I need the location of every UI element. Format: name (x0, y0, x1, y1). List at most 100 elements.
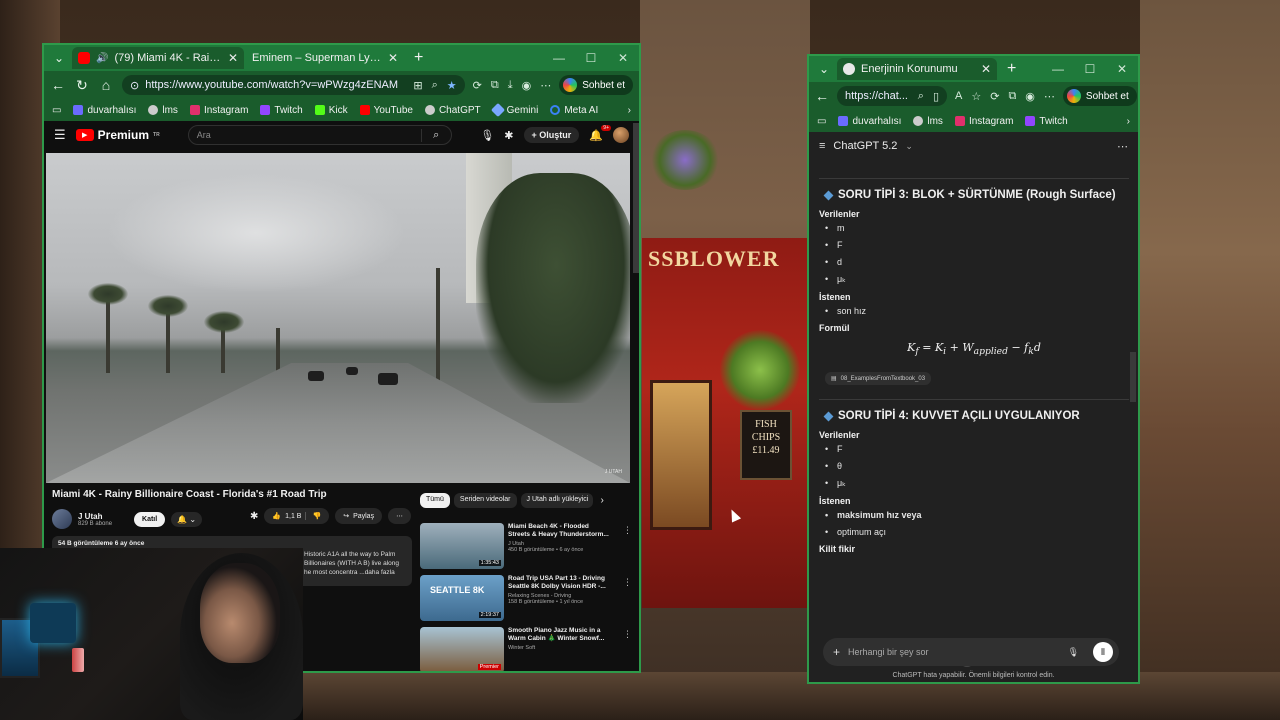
copilot-chat-button[interactable]: Sohbet et (559, 75, 633, 95)
recommendation-thumbnail[interactable]: 1:35:43 (420, 523, 504, 569)
avatar[interactable] (613, 127, 629, 143)
conversation-options-icon[interactable]: ⋯ (1117, 140, 1128, 153)
channel-avatar[interactable] (52, 509, 72, 529)
bookmark-item[interactable]: duvarhalısı (73, 105, 136, 116)
close-window-icon[interactable]: ✕ (607, 51, 639, 65)
search-icon[interactable]: ⌕ (420, 128, 451, 142)
page-scrollbar[interactable] (633, 123, 639, 273)
chip-next-icon[interactable]: › (597, 493, 608, 508)
close-window-icon[interactable]: ✕ (1106, 62, 1138, 76)
favorite-star-icon[interactable]: ★ (447, 79, 457, 92)
close-tab-icon[interactable]: ✕ (228, 51, 238, 65)
chevron-down-icon[interactable]: ⌄ (905, 141, 913, 152)
chip-uploader[interactable]: J Utah adlı yükleyici (520, 493, 593, 508)
chat-scrollbar[interactable] (1130, 352, 1136, 402)
bookmark-item[interactable]: Instagram (954, 116, 1013, 127)
bookmark-item[interactable]: duvarhalısı (838, 116, 901, 127)
search-input[interactable]: Ara ⌕ (187, 125, 452, 145)
bookmark-item[interactable]: ChatGPT (424, 105, 481, 116)
bookmarks-more-chevron-icon[interactable]: › (628, 105, 631, 116)
join-button[interactable]: Katıl (134, 511, 166, 527)
maximize-icon[interactable]: ☐ (1074, 62, 1106, 76)
url-field[interactable]: ⊙ https://www.youtube.com/watch?v=wPWzg4… (122, 75, 465, 95)
menu-icon[interactable]: ☰ (54, 127, 66, 143)
notifications-bell-icon[interactable]: 🔔 9+ (589, 124, 611, 142)
bookmark-folder-icon[interactable]: ▭ (817, 116, 826, 127)
share-button[interactable]: ↪ Paylaş (335, 508, 383, 524)
model-selector[interactable]: ChatGPT 5.2 (833, 140, 897, 152)
zoom-icon[interactable]: ⌕ (918, 90, 924, 103)
favorite-star-icon[interactable]: ☆ (971, 90, 981, 103)
tab-chatgpt[interactable]: Enerjinin Korunumu ✕ (837, 58, 997, 80)
bookmarks-more-chevron-icon[interactable]: › (1127, 116, 1130, 127)
bookmark-item[interactable]: Instagram (189, 105, 248, 116)
recommendation-thumbnail[interactable]: Premier (420, 627, 504, 671)
more-actions-icon[interactable]: ⋯ (388, 508, 412, 524)
bookmark-item[interactable]: lms (913, 116, 943, 127)
close-tab-icon[interactable]: ✕ (981, 62, 991, 76)
bookmark-item[interactable]: Gemini (490, 102, 538, 118)
maximize-icon[interactable]: ☐ (575, 51, 607, 65)
bookmark-folder-icon[interactable]: ▭ (52, 105, 61, 116)
prompt-input[interactable]: + Herhangi bir şey sor 🎙 ⦀ (823, 638, 1119, 666)
zoom-icon[interactable]: ⌕ (432, 79, 438, 92)
microphone-icon[interactable]: 🎙 (480, 129, 494, 142)
recommendation-thumbnail[interactable]: SEATTLE 8K 2:19:37 (420, 575, 504, 621)
ai-summary-icon[interactable]: ✱ (250, 511, 258, 522)
sidebar-toggle-icon[interactable]: ≡ (819, 140, 825, 152)
extensions-icon[interactable]: ⧉ (1008, 90, 1016, 103)
url-field[interactable]: https://chat... ⌕ ▯ (837, 86, 947, 106)
minimize-icon[interactable]: — (1042, 62, 1074, 76)
thumbs-down-icon[interactable]: 👎 (305, 512, 321, 520)
back-icon[interactable]: ← (815, 88, 829, 104)
bookmark-item[interactable]: Twitch (1025, 116, 1068, 127)
tab-actions-chevron-icon[interactable]: ⌄ (48, 48, 70, 68)
bookmark-item[interactable]: lms (148, 105, 178, 116)
ai-sparkle-icon[interactable]: ✱ (504, 129, 513, 142)
minimize-icon[interactable]: — (543, 51, 575, 65)
source-citation[interactable]: ▤ 08_ExamplesFromTextbook_03 (825, 372, 932, 386)
more-options-icon[interactable]: ⋯ (1044, 90, 1055, 103)
subscription-bell-button[interactable]: 🔔 ⌄ (171, 511, 203, 527)
copilot-chat-button[interactable]: Sohbet et (1062, 86, 1137, 106)
reload-icon[interactable]: ↻ (74, 77, 90, 94)
read-aloud-icon[interactable]: A (955, 90, 962, 103)
new-tab-button[interactable]: + (999, 60, 1024, 78)
recommendation-menu-icon[interactable]: ⋮ (623, 629, 632, 640)
create-button[interactable]: + Oluştur (523, 127, 580, 143)
site-info-icon[interactable]: ⊙ (130, 79, 139, 92)
voice-mode-icon[interactable]: ⦀ (1093, 642, 1113, 662)
like-button[interactable]: 👍 1,1 B 👎 (264, 508, 330, 524)
back-icon[interactable]: ← (50, 77, 66, 93)
recommendation-menu-icon[interactable]: ⋮ (623, 577, 632, 588)
chip-series[interactable]: Seriden videolar (453, 493, 517, 508)
recommendation-item[interactable]: Premier Smooth Piano Jazz Music in a War… (420, 627, 632, 671)
bookmark-item[interactable]: Meta AI (550, 105, 598, 116)
bookmark-item[interactable]: Kick (314, 105, 348, 116)
app-available-icon[interactable]: ⊞ (413, 79, 422, 92)
tab-actions-chevron-icon[interactable]: ⌄ (813, 59, 835, 79)
refresh-extension-icon[interactable]: ⟳ (473, 79, 482, 92)
video-player[interactable]: J UTAH (46, 153, 630, 483)
attach-plus-icon[interactable]: + (833, 645, 840, 659)
tab-youtube[interactable]: 🔊 (79) Miami 4K - Rainy Billionaire ✕ (72, 47, 244, 69)
bookmark-item[interactable]: Twitch (260, 105, 303, 116)
extensions-icon[interactable]: ⧉ (491, 79, 499, 92)
new-tab-button[interactable]: + (406, 49, 431, 67)
microphone-icon[interactable]: 🎙 (1068, 647, 1079, 658)
recommendation-item[interactable]: 1:35:43 Miami Beach 4K - Flooded Streets… (420, 523, 632, 569)
profile-icon[interactable]: ◉ (1025, 90, 1035, 103)
recommendation-item[interactable]: SEATTLE 8K 2:19:37 Road Trip USA Part 13… (420, 575, 632, 621)
bookmark-item[interactable]: YouTube (359, 105, 413, 116)
recommendation-menu-icon[interactable]: ⋮ (623, 525, 632, 536)
channel-name[interactable]: J Utah (78, 512, 112, 521)
youtube-logo[interactable]: ▶ Premium TR (75, 128, 160, 142)
close-tab-icon[interactable]: ✕ (388, 51, 398, 65)
refresh-extension-icon[interactable]: ⟳ (990, 90, 999, 103)
home-icon[interactable]: ⌂ (98, 77, 114, 93)
tab-genius[interactable]: Eminem – Superman Lyrics | Genius ✕ (246, 47, 404, 69)
download-icon[interactable]: ⤓ (508, 79, 513, 92)
more-options-icon[interactable]: ⋯ (540, 79, 551, 92)
reading-view-icon[interactable]: ▯ (933, 90, 939, 103)
profile-icon[interactable]: ◉ (522, 79, 532, 92)
